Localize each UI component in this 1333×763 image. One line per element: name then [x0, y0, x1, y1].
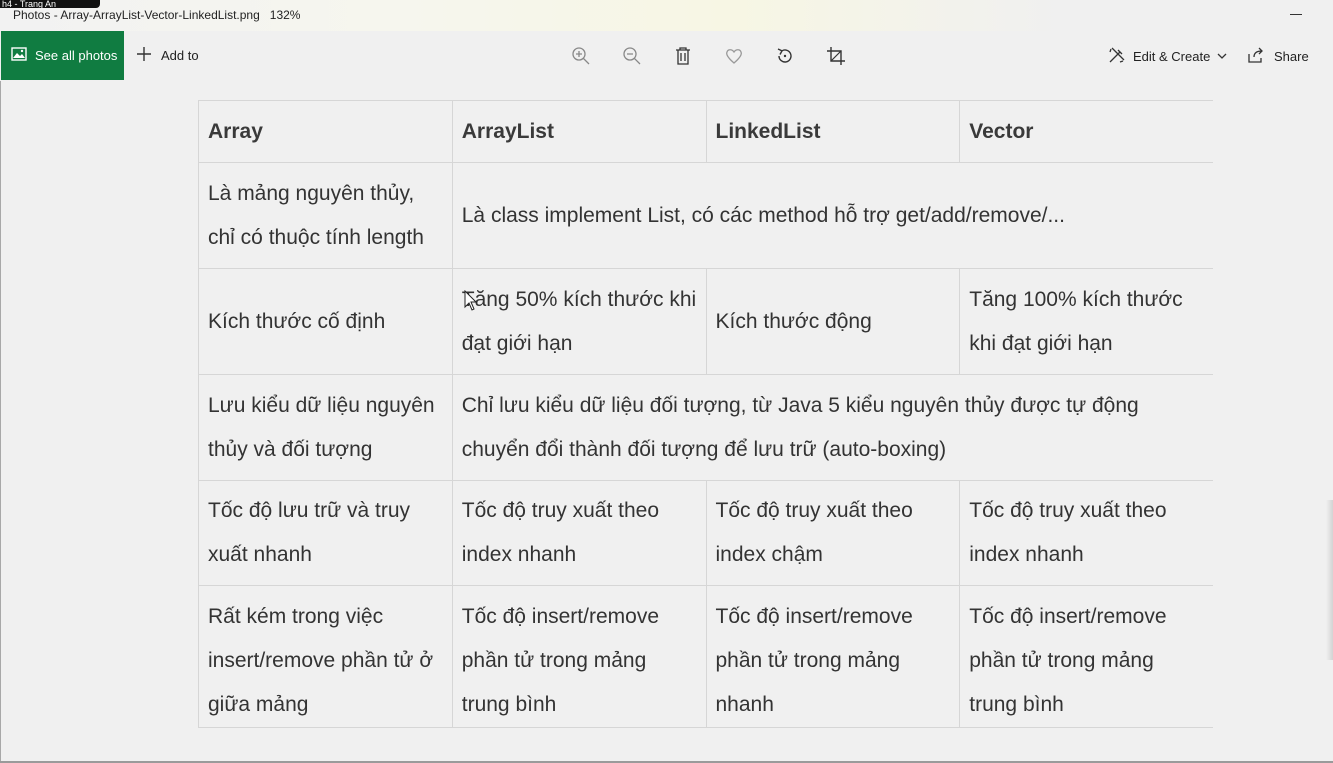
zoom-in-icon[interactable]: [570, 45, 592, 67]
header-array: Array: [198, 100, 453, 163]
delete-icon[interactable]: [672, 45, 694, 67]
rotate-icon[interactable]: [774, 45, 796, 67]
zoom-level: 132%: [269, 8, 301, 22]
title-bar: h4 - Trang An Photos - Array-ArrayList-V…: [0, 0, 1333, 31]
table-row: Là mảng nguyên thủy, chỉ có thuộc tính l…: [198, 162, 1213, 269]
edit-create-button[interactable]: Edit & Create: [1108, 45, 1227, 67]
see-all-photos-label: See all photos: [35, 48, 118, 63]
table-row: Tốc độ lưu trữ và truy xuất nhanh Tốc độ…: [198, 480, 1213, 586]
table-cell: Tốc độ truy xuất theo index nhanh: [451, 480, 707, 586]
edit-create-icon: [1108, 46, 1126, 67]
mouse-cursor-icon: [464, 289, 478, 312]
table-cell: Kích thước cố định: [198, 268, 453, 375]
table-cell: Tăng 50% kích thước khi đạt giới hạn: [451, 268, 707, 375]
table-header-row: Array ArrayList LinkedList Vector: [198, 100, 1213, 163]
window-title: Photos - Array-ArrayList-Vector-LinkedLi…: [13, 8, 300, 22]
favorite-icon[interactable]: [723, 45, 745, 67]
add-to-label: Add to: [161, 47, 199, 63]
table-cell: Tốc độ truy xuất theo index nhanh: [959, 480, 1213, 586]
see-all-photos-button[interactable]: See all photos: [1, 31, 124, 80]
share-button[interactable]: Share: [1247, 45, 1309, 67]
table-cell: Là mảng nguyên thủy, chỉ có thuộc tính l…: [198, 162, 453, 269]
chevron-down-icon: [1217, 49, 1227, 64]
window-title-text: Photos - Array-ArrayList-Vector-LinkedLi…: [13, 8, 260, 22]
window-border-left: [0, 81, 1, 761]
table-row: Kích thước cố định Tăng 50% kích thước k…: [198, 268, 1213, 375]
table-cell: Tốc độ insert/remove phần tử trong mảng …: [705, 585, 961, 728]
plus-icon: [135, 45, 153, 66]
table-cell: Rất kém trong việc insert/remove phần tử…: [198, 585, 453, 728]
scroll-shadow: [1326, 500, 1333, 660]
table-row: Lưu kiểu dữ liệu nguyên thủy và đối tượn…: [198, 374, 1213, 481]
table-cell: Tốc độ insert/remove phần tử trong mảng …: [451, 585, 707, 728]
header-vector: Vector: [959, 100, 1213, 163]
add-to-button[interactable]: Add to: [135, 45, 199, 65]
header-arraylist: ArrayList: [451, 100, 707, 163]
header-linkedlist: LinkedList: [705, 100, 961, 163]
table-cell: Tốc độ truy xuất theo index chậm: [705, 480, 961, 586]
table-row: Rất kém trong việc insert/remove phần tử…: [198, 585, 1213, 728]
table-cell: Tăng 100% kích thước khi đạt giới hạn: [959, 268, 1213, 375]
zoom-out-icon[interactable]: [621, 45, 643, 67]
comparison-table-image: Array ArrayList LinkedList Vector Là mản…: [198, 100, 1213, 728]
toolbar: See all photos Add to Edit & Create Shar…: [0, 31, 1333, 81]
crop-icon[interactable]: [825, 45, 847, 67]
table-cell-merged: Chỉ lưu kiểu dữ liệu đối tượng, từ Java …: [451, 374, 1213, 481]
share-icon: [1247, 46, 1265, 67]
table-cell: Tốc độ lưu trữ và truy xuất nhanh: [198, 480, 453, 586]
table-cell: Tốc độ insert/remove phần tử trong mảng …: [959, 585, 1213, 728]
table-cell-merged: Là class implement List, có các method h…: [451, 162, 1213, 269]
share-label: Share: [1274, 48, 1309, 64]
comparison-table: Array ArrayList LinkedList Vector Là mản…: [198, 100, 1213, 728]
photos-icon: [11, 46, 27, 65]
table-cell: Kích thước động: [705, 268, 961, 375]
minimize-button[interactable]: [1290, 14, 1302, 15]
tooltip-badge: h4 - Trang An: [0, 0, 100, 8]
edit-create-label: Edit & Create: [1133, 48, 1211, 64]
table-cell: Lưu kiểu dữ liệu nguyên thủy và đối tượn…: [198, 374, 453, 481]
